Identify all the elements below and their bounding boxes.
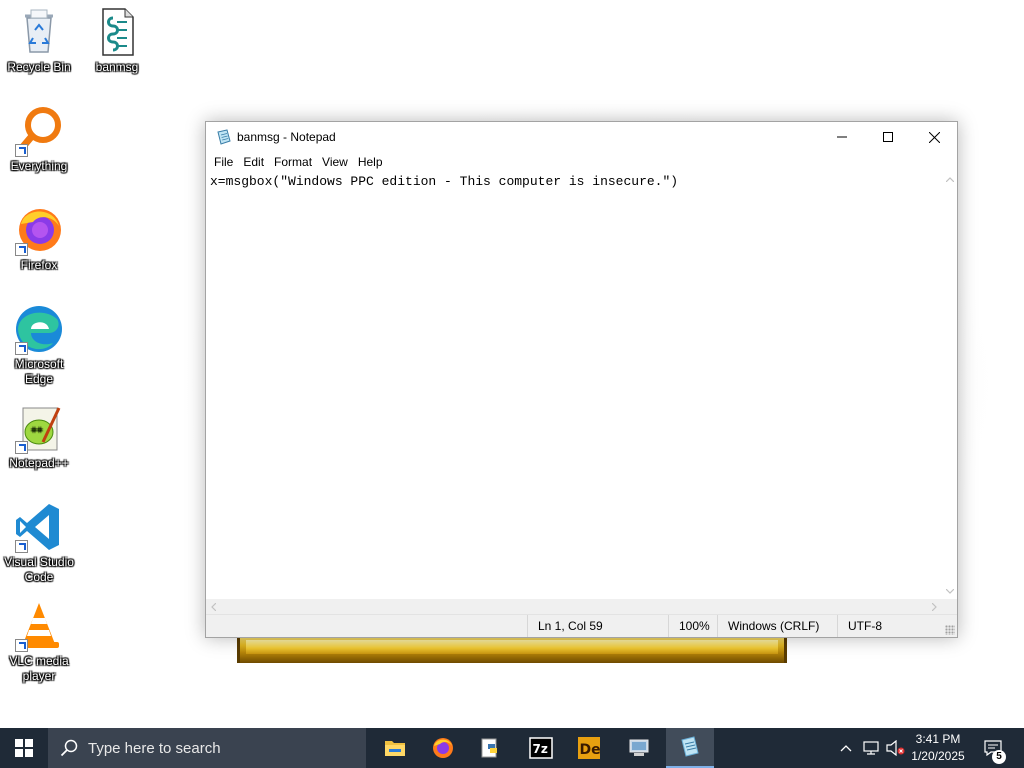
python-icon [481, 738, 497, 758]
tray-overflow-button[interactable] [836, 728, 856, 768]
taskbar-app-firefox[interactable] [419, 728, 467, 768]
desktop-icon-label: Firefox [20, 258, 58, 272]
text-editor[interactable]: x=msgbox("Windows PPC edition - This com… [206, 172, 942, 599]
shortcut-arrow-icon [15, 342, 28, 355]
taskbar-app-computer[interactable] [615, 728, 663, 768]
scroll-down-button[interactable] [942, 584, 957, 599]
menu-bar: File Edit Format View Help [206, 152, 957, 172]
svg-text:7z: 7z [533, 742, 548, 756]
shortcut-arrow-icon [15, 540, 28, 553]
taskbar-app-python[interactable] [467, 728, 515, 768]
tray-volume-button[interactable] [884, 728, 906, 768]
chevron-up-icon [945, 177, 954, 182]
script-file-icon [91, 6, 143, 58]
taskbar-clock[interactable]: 3:41 PM 1/20/2025 [905, 731, 971, 765]
desktop-icon-label: Visual Studio Code [4, 555, 74, 584]
editor-content[interactable]: x=msgbox("Windows PPC edition - This com… [210, 173, 678, 191]
search-icon [60, 739, 78, 757]
resize-grip[interactable] [945, 625, 955, 635]
status-line-ending: Windows (CRLF) [717, 615, 837, 637]
7zip-icon: 7z [529, 737, 553, 759]
svg-text:De: De [580, 742, 601, 758]
scroll-left-button[interactable] [206, 599, 221, 614]
desktop-icon-label: Microsoft Edge [14, 357, 64, 386]
menu-edit[interactable]: Edit [238, 152, 269, 172]
chevron-down-icon [945, 589, 954, 594]
desktop-icon-label: VLC media player [9, 654, 69, 683]
status-bar: Ln 1, Col 59 100% Windows (CRLF) UTF-8 [206, 614, 957, 637]
close-button[interactable] [911, 122, 957, 152]
shortcut-arrow-icon [15, 441, 28, 454]
desktop-icon-microsoft-edge[interactable]: Microsoft Edge [1, 303, 77, 387]
desktop-icon-firefox[interactable]: Firefox [1, 204, 77, 273]
taskbar-app-7zip[interactable]: 7z [517, 728, 565, 768]
svg-text:++: ++ [31, 426, 43, 434]
maximize-icon [883, 132, 893, 142]
search-placeholder: Type here to search [88, 739, 221, 757]
volume-muted-icon [886, 740, 905, 756]
desktop-icon-vscode[interactable]: Visual Studio Code [1, 501, 77, 585]
shortcut-arrow-icon [15, 243, 28, 256]
notification-count-badge: 5 [992, 750, 1006, 764]
title-bar[interactable]: banmsg - Notepad [206, 122, 957, 152]
vscode-icon [13, 501, 65, 553]
horizontal-scrollbar[interactable] [206, 599, 942, 614]
taskbar-app-notepad[interactable] [666, 728, 714, 768]
desktop-icon-banmsg[interactable]: banmsg [79, 6, 155, 75]
scroll-up-button[interactable] [942, 172, 957, 187]
taskbar-app-file-explorer[interactable] [371, 728, 419, 768]
shortcut-arrow-icon [15, 639, 28, 652]
taskbar: Type here to search 7z De 3:41 PM 1/20/2… [0, 728, 1024, 768]
scrollbar-corner [942, 599, 957, 614]
desktop-icon-label: Everything [10, 159, 68, 173]
recycle-bin-icon [13, 6, 65, 58]
taskbar-search-box[interactable]: Type here to search [48, 728, 366, 768]
close-icon [928, 131, 940, 143]
notepad-window: banmsg - Notepad File Edit Format View H… [205, 121, 958, 638]
wallpaper-gold-bar [237, 636, 787, 663]
menu-view[interactable]: View [317, 152, 353, 172]
maximize-button[interactable] [865, 122, 911, 152]
menu-format[interactable]: Format [269, 152, 317, 172]
minimize-icon [837, 136, 847, 138]
clock-time: 3:41 PM [915, 732, 961, 746]
status-zoom: 100% [668, 615, 717, 637]
menu-help[interactable]: Help [353, 152, 388, 172]
minimize-button[interactable] [819, 122, 865, 152]
clock-date: 1/20/2025 [911, 749, 965, 763]
window-title: banmsg - Notepad [237, 130, 336, 144]
windows-logo-icon [15, 739, 33, 757]
everything-search-icon [13, 105, 65, 157]
desktop-icon-vlc[interactable]: VLC media player [1, 600, 77, 684]
shortcut-arrow-icon [15, 144, 28, 157]
chevron-up-icon [840, 745, 852, 752]
computer-icon [629, 739, 649, 756]
vertical-scrollbar[interactable] [942, 172, 957, 599]
notepad-icon [216, 129, 232, 145]
desktop-icon-label: Recycle Bin [7, 60, 71, 74]
scroll-right-button[interactable] [927, 599, 942, 614]
desktop-icon-recycle-bin[interactable]: Recycle Bin [1, 6, 77, 75]
tray-network-button[interactable] [860, 728, 882, 768]
desktop-icon-notepad-plus-plus[interactable]: ++ Notepad++ [1, 402, 77, 471]
desktop-icon-everything[interactable]: Everything [1, 105, 77, 174]
status-cursor-position: Ln 1, Col 59 [527, 615, 668, 637]
file-explorer-icon [385, 741, 405, 756]
notepad-icon [681, 736, 699, 757]
firefox-icon [433, 738, 453, 758]
vlc-icon [13, 600, 65, 652]
de-app-icon: De [578, 737, 601, 759]
desktop-icon-label: banmsg [95, 60, 139, 74]
menu-file[interactable]: File [209, 152, 238, 172]
notepad-plus-plus-icon: ++ [13, 402, 65, 454]
desktop-icon-label: Notepad++ [9, 456, 69, 470]
taskbar-app-de[interactable]: De [565, 728, 613, 768]
firefox-icon [13, 204, 65, 256]
chevron-left-icon [211, 602, 216, 611]
status-encoding: UTF-8 [837, 615, 941, 637]
chevron-right-icon [932, 602, 937, 611]
edge-icon [13, 303, 65, 355]
start-button[interactable] [0, 728, 48, 768]
network-icon [863, 741, 879, 755]
